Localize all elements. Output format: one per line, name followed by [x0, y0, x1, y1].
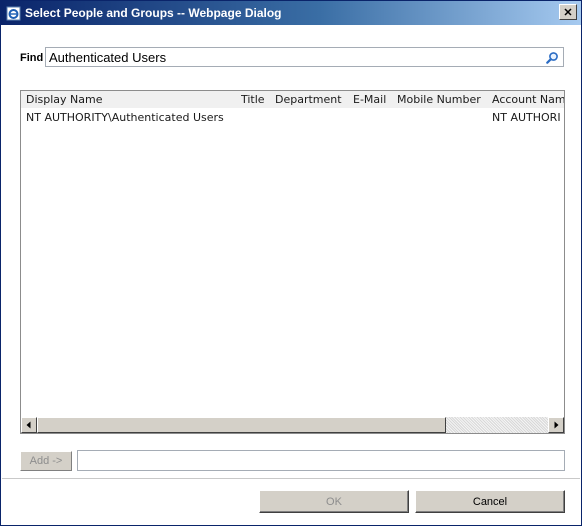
ok-button[interactable]: OK	[259, 490, 409, 513]
cell-account-name: NT AUTHORI	[492, 111, 561, 124]
ie-page-icon	[6, 6, 21, 21]
scrollbar-thumb[interactable]	[37, 417, 446, 433]
close-icon: ✕	[563, 6, 573, 19]
column-header-display-name[interactable]: Display Name	[26, 93, 103, 106]
column-header-mobile-number[interactable]: Mobile Number	[397, 93, 481, 106]
selected-users-field[interactable]	[77, 450, 565, 471]
dialog-window: Select People and Groups -- Webpage Dial…	[0, 0, 582, 526]
column-header-title[interactable]: Title	[241, 93, 265, 106]
column-header-account-name[interactable]: Account Nam	[492, 93, 564, 106]
search-icon[interactable]	[546, 51, 559, 64]
scroll-left-button[interactable]	[21, 417, 37, 433]
column-header-department[interactable]: Department	[275, 93, 342, 106]
table-row[interactable]: NT AUTHORITY\Authenticated Users NT AUTH…	[21, 109, 564, 126]
cancel-button[interactable]: Cancel	[415, 490, 565, 513]
cell-display-name: NT AUTHORITY\Authenticated Users	[26, 111, 224, 124]
arrow-left-icon	[26, 421, 31, 429]
arrow-right-icon	[554, 421, 559, 429]
results-header: Display Name Title Department E-Mail Mob…	[21, 91, 564, 108]
window-title: Select People and Groups -- Webpage Dial…	[25, 6, 282, 20]
title-bar[interactable]: Select People and Groups -- Webpage Dial…	[1, 1, 581, 25]
find-input-value: Authenticated Users	[49, 49, 167, 65]
find-input[interactable]: Authenticated Users	[45, 47, 564, 67]
scroll-right-button[interactable]	[548, 417, 564, 433]
results-table: Display Name Title Department E-Mail Mob…	[20, 90, 565, 434]
close-button[interactable]: ✕	[559, 4, 577, 20]
column-header-email[interactable]: E-Mail	[353, 93, 386, 106]
footer-divider	[2, 478, 580, 479]
horizontal-scrollbar[interactable]	[21, 417, 564, 433]
add-button[interactable]: Add ->	[20, 451, 72, 471]
find-label: Find	[20, 52, 44, 64]
